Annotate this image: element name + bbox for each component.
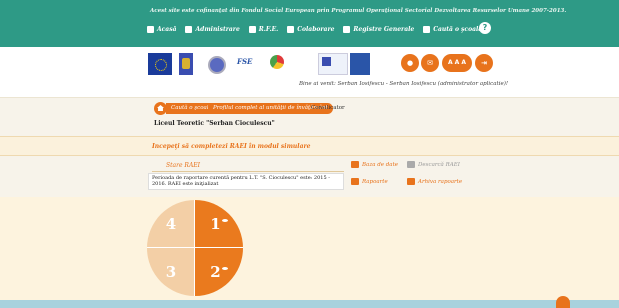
nav-rfe-label: R.F.E.: [258, 26, 279, 33]
quadrant-circle: 4 1 3 2: [147, 200, 243, 296]
scroll-to-top-button[interactable]: [556, 296, 570, 308]
status-label: Stare RAEI: [166, 162, 201, 169]
quadrant-1[interactable]: 1: [195, 200, 243, 248]
school-name: Liceul Teoretic "Serban Cioculescu": [154, 120, 275, 127]
footer-bar: [0, 300, 619, 308]
content-lower: [0, 197, 619, 308]
reports-link[interactable]: Rapoarte: [351, 178, 388, 185]
quadrant-3[interactable]: 3: [147, 248, 195, 296]
breadcrumb-current: Consilicator: [311, 105, 345, 111]
simulation-notice: Incepeţi să completezi RAEI în modul sim…: [0, 136, 619, 156]
program-logo: [266, 53, 288, 75]
nav-registry[interactable]: Registre Generale: [343, 26, 414, 33]
database-icon: [351, 161, 359, 168]
archive-icon: [407, 178, 415, 185]
download-raei-label: Descarcă RAEI: [418, 161, 460, 168]
eye-icon: [221, 218, 228, 222]
raei-status-panel: Stare RAEI Perioada de raportare curentă…: [0, 157, 619, 197]
nav-search-school[interactable]: Caută o şcoală: [423, 26, 482, 33]
document-icon: [248, 26, 256, 33]
notice-text[interactable]: Incepeţi să completezi RAEI în modul sim…: [152, 143, 310, 150]
mail-button[interactable]: ✉: [421, 54, 439, 72]
collaboration-icon: [287, 26, 295, 33]
quadrant-2-label: 2: [210, 263, 221, 281]
welcome-message: Bine ai venit: Serban Iosifescu - Serban…: [299, 81, 509, 87]
breadcrumb: Caută o şcoală Profilul complet al unită…: [0, 97, 619, 135]
quadrant-4[interactable]: 4: [147, 200, 195, 248]
quadrant-2[interactable]: 2: [195, 248, 243, 296]
seal-logo: [205, 53, 226, 75]
partner-logos: ● ✉ A A A ⇥ Bine ai venit: Serban Iosife…: [0, 47, 619, 97]
status-divider: [152, 171, 344, 172]
reports-icon: [351, 178, 359, 185]
nav-admin[interactable]: Administrare: [185, 26, 240, 33]
home-icon: [147, 26, 154, 33]
government-crest-logo: [179, 53, 193, 75]
archive-reports-label: Arhiva rapoarte: [418, 178, 463, 185]
fse-logo: [234, 53, 262, 75]
funding-notice: Acest site este cofinanţat din Fondul So…: [150, 8, 567, 14]
search-icon: [423, 26, 431, 33]
download-icon: [407, 161, 415, 168]
nav-rfe[interactable]: R.F.E.: [248, 26, 279, 33]
nav-home[interactable]: Acasă: [147, 26, 176, 33]
registry-icon: [343, 26, 351, 33]
database-link[interactable]: Baza de date: [351, 161, 398, 168]
reporting-period-text: Perioada de raportare curentă pentru L.T…: [148, 173, 344, 190]
eu-flag-logo: [148, 53, 172, 75]
download-raei-link[interactable]: Descarcă RAEI: [407, 161, 460, 168]
top-header: Acest site este cofinanţat din Fondul So…: [0, 0, 619, 47]
logout-button[interactable]: ⇥: [475, 54, 493, 72]
nav-collaboration[interactable]: Colaborare: [287, 26, 334, 33]
quadrant-divider-vertical: [194, 200, 195, 296]
quadrant-3-label: 3: [165, 263, 177, 281]
database-link-label: Baza de date: [362, 161, 399, 168]
font-size-button[interactable]: A A A: [442, 54, 472, 72]
eye-icon: [221, 266, 228, 270]
quadrant-1-label: 1: [210, 215, 221, 233]
main-navigation: Acasă Administrare R.F.E. Colaborare Reg…: [147, 26, 482, 33]
nav-search-school-label: Caută o şcoală: [433, 26, 483, 33]
nav-registry-label: Registre Generale: [353, 26, 415, 33]
help-button[interactable]: ?: [479, 22, 491, 34]
user-profile-button[interactable]: ●: [401, 54, 419, 72]
quadrant-4-label: 4: [165, 215, 177, 233]
quadrant-divider-horizontal: [147, 247, 243, 248]
ministry-logo: [318, 53, 348, 75]
nav-admin-label: Administrare: [195, 26, 240, 33]
reports-link-label: Rapoarte: [362, 178, 388, 185]
partner-logo: [350, 53, 370, 75]
admin-icon: [185, 26, 193, 33]
archive-reports-link[interactable]: Arhiva rapoarte: [407, 178, 462, 185]
nav-collaboration-label: Colaborare: [297, 26, 335, 33]
nav-home-label: Acasă: [157, 26, 177, 33]
